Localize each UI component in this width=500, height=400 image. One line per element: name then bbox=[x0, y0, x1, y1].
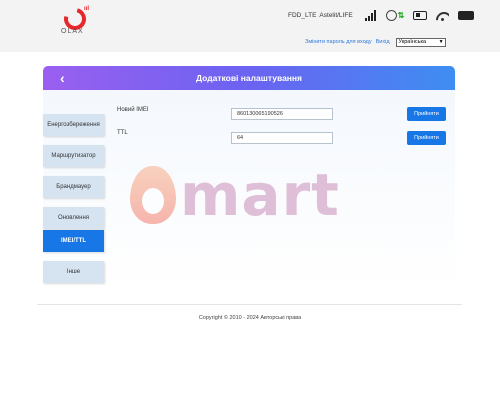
globe-icon bbox=[385, 9, 397, 21]
sms-icon[interactable] bbox=[458, 10, 475, 20]
network-type: FDD_LTE bbox=[288, 11, 317, 19]
copyright-footer: Copyright © 2010 - 2024 Авторські права bbox=[198, 315, 302, 321]
card-header: ‹ Додаткові налаштування bbox=[43, 66, 455, 90]
wifi-icon bbox=[436, 10, 449, 21]
page-title: Додаткові налаштування bbox=[195, 73, 303, 83]
imei-apply-button[interactable]: Прийняти bbox=[407, 107, 446, 121]
imei-input[interactable]: 860130065190526 bbox=[231, 108, 333, 120]
sidebar-item-firewall[interactable]: Брандмауер bbox=[43, 176, 104, 198]
sidebar-item-router[interactable]: Маршрутизатор bbox=[43, 145, 104, 167]
status-bar: FDD_LTE Astelit/LIFE ⇅ bbox=[288, 8, 475, 22]
card-body: Енергозбереження Маршрутизатор Брандмауе… bbox=[43, 90, 455, 288]
logo-text: OLAX bbox=[61, 28, 84, 35]
logout-link[interactable]: Вихід bbox=[376, 39, 390, 45]
change-password-link[interactable]: Змінити пароль для входу bbox=[305, 39, 372, 45]
language-value: Українська bbox=[398, 39, 427, 45]
chevron-down-icon: ▼ bbox=[438, 39, 444, 45]
operator-name: Astelit/LIFE bbox=[319, 11, 353, 19]
router-admin-page: ııl OLAX FDD_LTE Astelit/LIFE ⇅ Змінити … bbox=[0, 0, 500, 400]
data-transfer-icon: ⇅ bbox=[397, 10, 405, 20]
footer-divider bbox=[37, 304, 462, 305]
ttl-input[interactable]: 64 bbox=[231, 132, 333, 144]
sidebar-item-energy-saving[interactable]: Енергозбереження bbox=[43, 114, 104, 136]
signal-strength-icon bbox=[364, 9, 377, 21]
header-links: Змінити пароль для входу Вихід Українськ… bbox=[305, 37, 446, 47]
ttl-label: TTL bbox=[117, 130, 128, 136]
language-select[interactable]: Українська ▼ bbox=[395, 37, 446, 47]
imei-label: Новий IMEI bbox=[117, 107, 149, 113]
sidebar-item-update[interactable]: Оновлення bbox=[43, 207, 104, 229]
battery-icon bbox=[413, 10, 428, 20]
sidebar-item-other[interactable]: Інше bbox=[43, 261, 104, 283]
ttl-apply-button[interactable]: Прийняти bbox=[407, 131, 446, 145]
settings-card: ‹ Додаткові налаштування Енергозбереженн… bbox=[43, 66, 455, 288]
sidebar-item-imei-ttl[interactable]: IMEI/TTL bbox=[43, 230, 104, 252]
top-header: ııl OLAX FDD_LTE Astelit/LIFE ⇅ Змінити … bbox=[0, 0, 500, 52]
